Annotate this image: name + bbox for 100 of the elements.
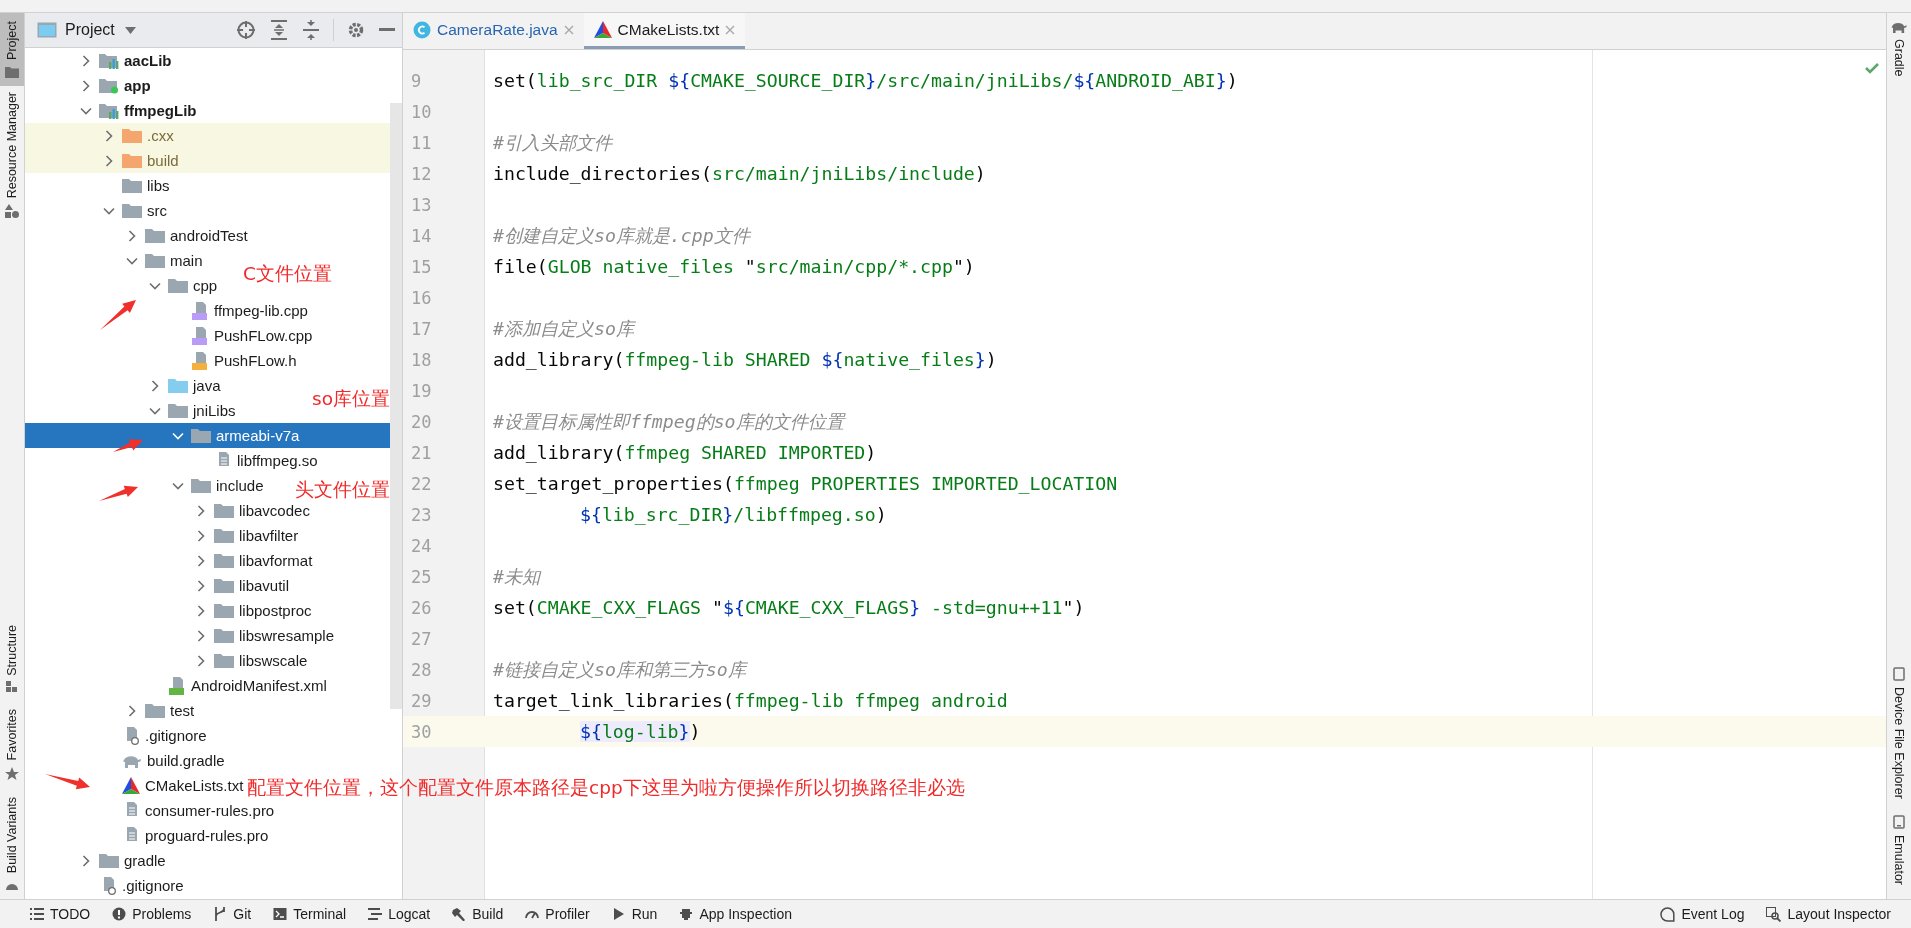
tool-window-tab[interactable]: Structure	[0, 616, 24, 702]
tree-item[interactable]: androidTest	[123, 223, 248, 248]
chevron-icon[interactable]	[103, 129, 115, 142]
tree-item[interactable]: libavutil	[192, 573, 290, 598]
code-line: #引入头部文件	[493, 131, 612, 155]
tree-item[interactable]: build.gradle	[118, 748, 225, 773]
tree-item[interactable]: .gitignore	[118, 723, 207, 748]
tool-window-button[interactable]: Logcat	[368, 906, 431, 922]
code-line: add_library(ffmpeg-lib SHARED ${native_files})	[493, 349, 997, 370]
tree-item[interactable]: gradle	[77, 848, 166, 873]
tree-item[interactable]: libswresample	[192, 623, 335, 648]
tree-item[interactable]: .cxx	[100, 123, 174, 148]
tree-item[interactable]: libavformat	[192, 548, 313, 573]
expand-all-icon[interactable]	[270, 20, 288, 40]
chevron-icon[interactable]	[80, 79, 92, 92]
line-number: 20	[410, 411, 433, 432]
chevron-icon[interactable]	[126, 229, 138, 242]
tool-window-button[interactable]: Layout Inspector	[1766, 906, 1891, 922]
code-line: include_directories(src/main/jniLibs/include)	[493, 163, 986, 184]
chevron-icon[interactable]	[195, 629, 207, 642]
folder-icon	[122, 177, 142, 194]
tree-item[interactable]: aacLib	[77, 48, 172, 73]
tree-item[interactable]: app	[77, 73, 151, 98]
chevron-icon[interactable]	[195, 654, 207, 667]
tool-window-tab[interactable]: Favorites	[0, 701, 24, 789]
tree-item[interactable]: consumer-rules.pro	[118, 798, 275, 823]
chevron-icon[interactable]	[80, 54, 92, 67]
tree-item[interactable]: build	[100, 148, 179, 173]
chevron-icon[interactable]	[103, 154, 115, 167]
tree-item[interactable]: PushFLow.h	[187, 348, 297, 373]
folder-icon	[145, 252, 165, 269]
tree-item[interactable]: libs	[118, 173, 170, 198]
line-number: 15	[410, 256, 433, 277]
chevron-icon[interactable]	[195, 554, 207, 567]
folder-icon	[214, 502, 234, 519]
settings-icon[interactable]	[347, 21, 365, 39]
tree-item[interactable]: ffmpegLib	[77, 98, 197, 123]
editor-tab[interactable]: CameraRate.java	[403, 13, 584, 49]
tree-item[interactable]: libswscale	[192, 648, 308, 673]
tree-item[interactable]: proguard-rules.pro	[118, 823, 269, 848]
folder-icon	[214, 552, 234, 569]
tree-item[interactable]: .gitignore	[95, 873, 184, 898]
line-number: 18	[410, 349, 433, 370]
tree-item[interactable]: armeabi-v7a	[169, 423, 300, 448]
chevron-icon[interactable]	[80, 854, 92, 867]
tool-window-button[interactable]: Build	[452, 906, 504, 922]
tree-item[interactable]: cpp	[146, 273, 218, 298]
tree-item[interactable]: jniLibs	[146, 398, 236, 423]
folder-icon	[214, 527, 234, 544]
tool-window-tab[interactable]: Gradle	[1887, 13, 1911, 85]
code-line: set(lib_src_DIR ${CMAKE_SOURCE_DIR}/src/main/jniLibs/${ANDROID_ABI})	[493, 70, 1238, 91]
tree-item[interactable]: AndroidManifest.xml	[164, 673, 327, 698]
code-line: #创建自定义so库就是.cpp文件	[493, 224, 750, 248]
code-line: #添加自定义so库	[493, 317, 634, 341]
tool-window-tab[interactable]: Resource Manager	[0, 85, 24, 227]
editor-tab[interactable]: CMakeLists.txt	[583, 13, 746, 49]
tree-item[interactable]: src	[100, 198, 167, 223]
tool-window-button[interactable]: Problems	[112, 906, 192, 922]
scrollbar-thumb[interactable]	[390, 103, 402, 709]
tree-item[interactable]: java	[146, 373, 221, 398]
chevron-icon[interactable]	[195, 529, 207, 542]
elephant-icon	[1890, 21, 1908, 33]
folder-icon	[168, 402, 188, 419]
view-selector[interactable]: Project	[57, 21, 140, 39]
locate-icon[interactable]	[236, 20, 256, 40]
tool-window-button[interactable]: App Inspection	[679, 906, 792, 922]
tool-window-button[interactable]: TODO	[30, 906, 91, 922]
tree-item[interactable]: libavfilter	[192, 523, 299, 548]
collapse-all-icon[interactable]	[302, 20, 320, 40]
chevron-icon[interactable]	[195, 604, 207, 617]
line-number: 24	[410, 535, 433, 556]
tool-window-tab[interactable]: Project	[0, 13, 24, 86]
tool-window-button[interactable]: Event Log	[1660, 906, 1745, 922]
tool-window-tab[interactable]: Emulator	[1887, 806, 1911, 893]
code-line: #设置目标属性即ffmpeg的so库的文件位置	[493, 410, 844, 434]
tool-window-tab[interactable]: Device File Explorer	[1887, 659, 1911, 807]
chevron-icon[interactable]	[195, 579, 207, 592]
tree-item[interactable]: ffmpeg-lib.cpp	[187, 298, 308, 323]
speech-bubble-icon	[1660, 906, 1676, 922]
tool-window-button[interactable]: Profiler	[525, 906, 590, 922]
tool-window-button[interactable]: Terminal	[273, 906, 347, 922]
minimize-icon[interactable]	[379, 28, 395, 32]
tree-item[interactable]: PushFLow.cpp	[187, 323, 313, 348]
line-number: 29	[410, 690, 433, 711]
tree-item[interactable]: libffmpeg.so	[210, 448, 318, 473]
tool-window-button[interactable]: Git	[213, 906, 252, 922]
tool-window-tab[interactable]: Build Variants	[0, 788, 24, 899]
tree-item[interactable]: test	[123, 698, 195, 723]
code-line: add_library(ffmpeg SHARED IMPORTED)	[493, 442, 877, 463]
chevron-icon[interactable]	[195, 504, 207, 517]
tree-item[interactable]: libpostproc	[192, 598, 312, 623]
tree-item[interactable]: CMakeLists.txt	[118, 773, 244, 798]
chevron-icon[interactable]	[149, 379, 161, 392]
folder-icon	[122, 127, 142, 144]
check-icon	[1865, 63, 1879, 74]
triangle-logo-icon	[593, 21, 612, 38]
tree-item[interactable]: include	[169, 473, 264, 498]
tool-window-button[interactable]: Run	[611, 906, 658, 922]
tree-item[interactable]: main	[123, 248, 203, 273]
chevron-icon[interactable]	[126, 704, 138, 717]
